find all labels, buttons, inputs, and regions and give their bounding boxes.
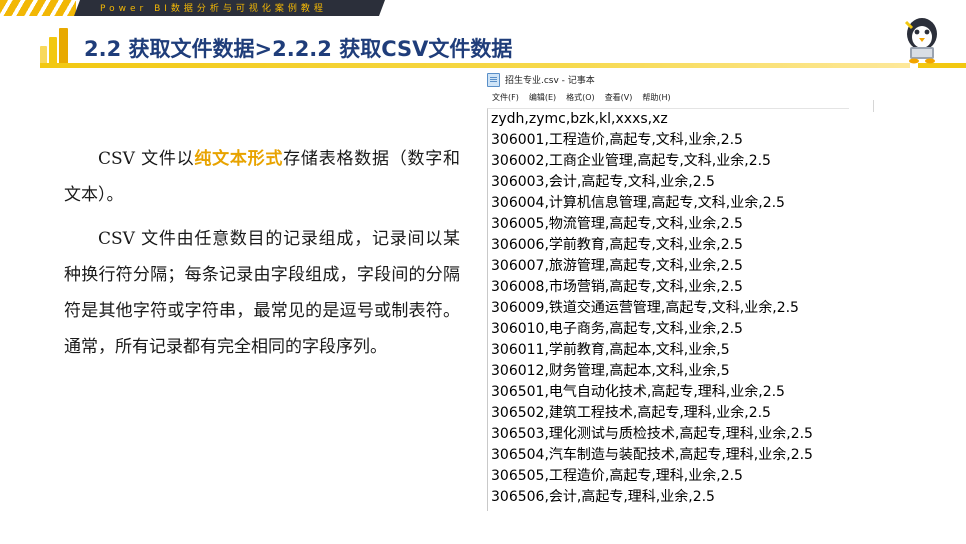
menu-file[interactable]: 文件(F) <box>492 92 519 106</box>
notepad-titlebar: 招生专业.csv - 记事本 <box>487 71 595 88</box>
csv-line: 306004,计算机信息管理,高起专,文科,业余,2.5 <box>491 195 785 211</box>
csv-line: 306501,电气自动化技术,高起专,理科,业余,2.5 <box>491 384 785 400</box>
notepad-icon <box>487 72 500 87</box>
notepad-text-area[interactable]: zydh,zymc,bzk,kl,xxxs,xz 306001,工程造价,高起专… <box>487 108 849 511</box>
top-banner: Power BI数据分析与可视化案例教程 <box>0 0 385 16</box>
csv-line: 306007,旅游管理,高起专,文科,业余,2.5 <box>491 258 743 274</box>
csv-line: 306003,会计,高起专,文科,业余,2.5 <box>491 174 715 190</box>
csv-line: 306006,学前教育,高起专,文科,业余,2.5 <box>491 237 743 253</box>
menu-view[interactable]: 查看(V) <box>605 92 633 106</box>
menu-help[interactable]: 帮助(H) <box>642 92 670 106</box>
menu-edit[interactable]: 编辑(E) <box>529 92 556 106</box>
title-underline <box>40 63 910 68</box>
banner-tagline: Power BI数据分析与可视化案例教程 <box>100 4 327 14</box>
notepad-menubar: 文件(F) 编辑(E) 格式(O) 查看(V) 帮助(H) <box>492 92 671 106</box>
csv-line: zydh,zymc,bzk,kl,xxxs,xz <box>491 111 668 127</box>
menu-format[interactable]: 格式(O) <box>566 92 595 106</box>
highlight-text: 纯文本形式 <box>194 149 284 169</box>
page-title: 2.2 获取文件数据>2.2.2 获取CSV文件数据 <box>84 37 513 61</box>
csv-line: 306009,铁道交通运营管理,高起专,文科,业余,2.5 <box>491 300 799 316</box>
csv-line: 306505,工程造价,高起专,理科,业余,2.5 <box>491 468 743 484</box>
csv-line: 306504,汽车制造与装配技术,高起专,理科,业余,2.5 <box>491 447 813 463</box>
csv-line: 306502,建筑工程技术,高起专,理科,业余,2.5 <box>491 405 771 421</box>
csv-line: 306005,物流管理,高起专,文科,业余,2.5 <box>491 216 743 232</box>
paragraph-2: CSV 文件由任意数目的记录组成，记录间以某种换行符分隔；每条记录由字段组成，字… <box>64 229 460 357</box>
csv-line: 306001,工程造价,高起专,文科,业余,2.5 <box>491 132 743 148</box>
notepad-right-edge <box>873 100 874 112</box>
csv-line: 306008,市场营销,高起专,文科,业余,2.5 <box>491 279 743 295</box>
power-bi-logo-icon <box>40 28 70 66</box>
csv-line: 306011,学前教育,高起本,文科,业余,5 <box>491 342 730 358</box>
notepad-window: 招生专业.csv - 记事本 文件(F) 编辑(E) 格式(O) 查看(V) 帮… <box>487 71 849 511</box>
csv-line: 306002,工商企业管理,高起专,文科,业余,2.5 <box>491 153 771 169</box>
csv-line: 306503,理化测试与质检技术,高起专,理科,业余,2.5 <box>491 426 813 442</box>
notepad-title: 招生专业.csv - 记事本 <box>505 76 595 86</box>
body-text: CSV 文件以纯文本形式存储表格数据（数字和文本）。 CSV 文件由任意数目的记… <box>64 141 460 373</box>
csv-line: 306012,财务管理,高起本,文科,业余,5 <box>491 363 730 379</box>
csv-line: 306010,电子商务,高起专,文科,业余,2.5 <box>491 321 743 337</box>
banner-stripes <box>0 0 76 16</box>
penguin-mascot-icon <box>904 18 937 64</box>
csv-line: 306506,会计,高起专,理科,业余,2.5 <box>491 489 715 505</box>
paragraph-1: CSV 文件以纯文本形式存储表格数据（数字和文本）。 <box>64 149 460 205</box>
